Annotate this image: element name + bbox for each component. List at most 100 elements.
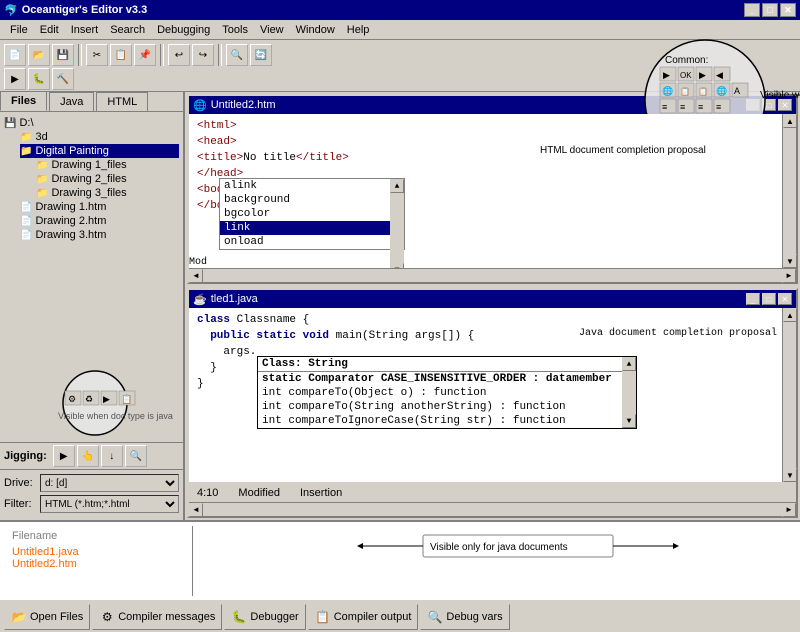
app-icon: 🐬 xyxy=(4,4,18,17)
completion-scrollbar: ▲ ▼ xyxy=(390,179,404,249)
java-editor-maximize[interactable]: □ xyxy=(762,293,776,305)
html-editor-scrollbar[interactable]: ▲ ▼ xyxy=(782,114,796,268)
java-toolbar-circle-area: ⚙ ♻ ▶ 📋 Visible when doc type is java xyxy=(0,365,183,438)
right-panel: 🌐 Untitled2.htm _ □ ✕ <html> <head> <tit… xyxy=(185,92,800,520)
menu-file[interactable]: File xyxy=(4,22,34,38)
folder-icon-drawing1: 📁 xyxy=(36,160,48,171)
tree-item-d-drive[interactable]: 💾 D:\ xyxy=(4,116,179,130)
html-scroll-track xyxy=(783,128,796,254)
toolbar-btn-find[interactable]: 🔍 xyxy=(226,44,248,66)
java-scroll-track xyxy=(783,322,796,468)
java-scroll-left[interactable]: ◄ xyxy=(189,503,203,517)
minimize-button[interactable]: _ xyxy=(744,3,760,17)
completion-item-background[interactable]: background xyxy=(220,193,404,207)
java-completion-item-1[interactable]: int compareTo(Object o) : function xyxy=(258,386,636,400)
completion-scroll-up[interactable]: ▲ xyxy=(390,179,404,193)
toolbar-btn-cut[interactable]: ✂ xyxy=(86,44,108,66)
java-completion-item-2[interactable]: int compareTo(String anotherString) : fu… xyxy=(258,400,636,414)
compiler-messages-button[interactable]: ⚙ Compiler messages xyxy=(92,604,222,630)
html-completion-dropdown: alink background bgcolor link onload ▲ ▼ xyxy=(219,178,405,250)
tab-files[interactable]: Files xyxy=(0,91,47,111)
java-scroll-up[interactable]: ▲ xyxy=(783,308,797,322)
toolbar-btn-build[interactable]: 🔨 xyxy=(52,68,74,90)
filter-label: Filter: xyxy=(4,498,40,510)
completion-scroll-down[interactable]: ▼ xyxy=(390,263,404,268)
filter-select[interactable]: HTML (*.htm;*.html xyxy=(40,495,179,513)
compiler-messages-label: Compiler messages xyxy=(118,611,215,623)
completion-item-alink[interactable]: alink xyxy=(220,179,404,193)
java-editor-close[interactable]: ✕ xyxy=(778,293,792,305)
folder-icon-3d: 📁 xyxy=(20,132,32,143)
debug-vars-button[interactable]: 🔍 Debug vars xyxy=(420,604,509,630)
menu-insert[interactable]: Insert xyxy=(65,22,105,38)
java-completion-scroll-up[interactable]: ▲ xyxy=(622,357,636,371)
compiler-output-button[interactable]: 📋 Compiler output xyxy=(308,604,419,630)
debug-btn-4[interactable]: 🔍 xyxy=(125,445,147,467)
toolbar-btn-open[interactable]: 📂 xyxy=(28,44,50,66)
filter-row: Filter: HTML (*.htm;*.html xyxy=(4,495,179,513)
debug-btn-3[interactable]: ↓ xyxy=(101,445,123,467)
toolbar-btn-save[interactable]: 💾 xyxy=(52,44,74,66)
debug-btn-2[interactable]: 👆 xyxy=(77,445,99,467)
java-toolbar-annotation-svg: ⚙ ♻ ▶ 📋 Visible when doc type is java xyxy=(0,365,185,435)
open-files-button[interactable]: 📂 Open Files xyxy=(4,604,90,630)
tree-item-drawing2files: 📁 Drawing 2_files xyxy=(36,172,179,186)
menu-help[interactable]: Help xyxy=(341,22,376,38)
menu-search[interactable]: Search xyxy=(104,22,151,38)
html-scroll-left[interactable]: ◄ xyxy=(189,269,203,283)
java-completion-item-0[interactable]: static Comparator CASE_INSENSITIVE_ORDER… xyxy=(258,372,636,386)
toolbar-btn-undo[interactable]: ↩ xyxy=(168,44,190,66)
toolbar-btn-run[interactable]: ▶ xyxy=(4,68,26,90)
java-completion-item-3[interactable]: int compareToIgnoreCase(String str) : fu… xyxy=(258,414,636,428)
java-editor-content[interactable]: class Classname { public static void mai… xyxy=(189,308,782,482)
tab-html[interactable]: HTML xyxy=(96,92,148,111)
menu-tools[interactable]: Tools xyxy=(216,22,254,38)
open-files-label: Open Files xyxy=(30,611,83,623)
file-link-htm[interactable]: Untitled2.htm xyxy=(12,558,188,570)
java-completion-scroll-down[interactable]: ▼ xyxy=(622,414,636,428)
html-scroll-down[interactable]: ▼ xyxy=(783,254,797,268)
menu-debugging[interactable]: Debugging xyxy=(151,22,216,38)
menu-edit[interactable]: Edit xyxy=(34,22,65,38)
toolbar-btn-paste[interactable]: 📌 xyxy=(134,44,156,66)
html-editor-content[interactable]: <html> <head> <title>No title</title> </… xyxy=(189,114,782,268)
java-completion-dropdown: Class: String static Comparator CASE_INS… xyxy=(257,356,637,429)
bottom-annotation-area: Visible only for java documents xyxy=(193,526,792,596)
completion-item-link[interactable]: link xyxy=(220,221,404,235)
java-scroll-down[interactable]: ▼ xyxy=(783,468,797,482)
toolbar-btn-new[interactable]: 📄 xyxy=(4,44,26,66)
status-state: Modified xyxy=(238,487,280,499)
completion-item-bgcolor[interactable]: bgcolor xyxy=(220,207,404,221)
file-icon-drawing2htm: 📄 xyxy=(20,216,32,227)
java-scroll-right[interactable]: ► xyxy=(782,503,796,517)
java-editor-scrollbar[interactable]: ▲ ▼ xyxy=(782,308,796,482)
file-tree: 💾 D:\ 📁 3d 📁 Digital Painting 📁 Drawing … xyxy=(0,112,183,365)
java-completion-title: Class: String xyxy=(258,357,636,372)
java-editor-buttons: _ □ ✕ xyxy=(746,293,792,305)
toolbar-btn-redo[interactable]: ↪ xyxy=(192,44,214,66)
debugger-button[interactable]: 🐛 Debugger xyxy=(224,604,305,630)
toolbar-btn-replace[interactable]: 🔄 xyxy=(250,44,272,66)
html-scroll-up[interactable]: ▲ xyxy=(783,114,797,128)
close-button[interactable]: ✕ xyxy=(780,3,796,17)
svg-text:📋: 📋 xyxy=(698,86,708,96)
toolbar-btn-debug[interactable]: 🐛 xyxy=(28,68,50,90)
html-completion-wrapper: alink background bgcolor link onload ▲ ▼ xyxy=(219,178,419,250)
menu-window[interactable]: Window xyxy=(290,22,341,38)
tree-label-drawing2htm: Drawing 2.htm xyxy=(35,215,106,227)
drive-select[interactable]: d: [d] xyxy=(40,474,179,492)
maximize-button[interactable]: □ xyxy=(762,3,778,17)
tab-java[interactable]: Java xyxy=(49,92,94,111)
title-bar: 🐬 Oceantiger's Editor v3.3 _ □ ✕ xyxy=(0,0,800,20)
java-editor-minimize[interactable]: _ xyxy=(746,293,760,305)
status-mode: Insertion xyxy=(300,487,342,499)
debug-btn-1[interactable]: ▶ xyxy=(53,445,75,467)
toolbar-btn-copy[interactable]: 📋 xyxy=(110,44,132,66)
svg-text:◀: ◀ xyxy=(716,70,723,80)
toolbar-separator-1 xyxy=(78,44,82,66)
menu-view[interactable]: View xyxy=(254,22,290,38)
toolbar-area: 📄 📂 💾 ✂ 📋 📌 ↩ ↪ 🔍 🔄 ▶ 🐛 🔨 Common: xyxy=(0,40,800,92)
html-scroll-right[interactable]: ► xyxy=(782,269,796,283)
file-link-java[interactable]: Untitled1.java xyxy=(12,546,188,558)
completion-item-onload[interactable]: onload xyxy=(220,235,404,249)
